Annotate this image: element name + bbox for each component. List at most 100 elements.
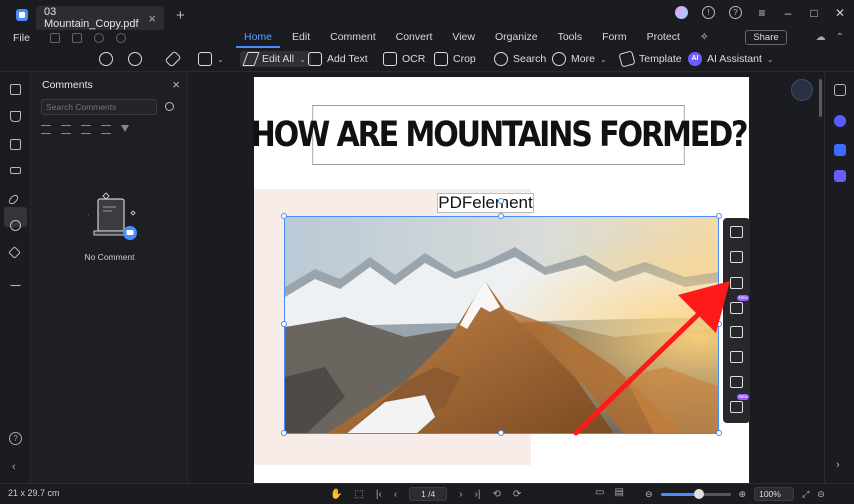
attachment-icon[interactable] (7, 193, 20, 206)
first-page-icon[interactable]: |‹ (376, 489, 382, 500)
layers-icon[interactable] (8, 246, 21, 259)
tab-protect[interactable]: Protect (637, 30, 690, 46)
collapse-right-icon[interactable]: › (836, 459, 840, 471)
page-size: 21 x 29.7 cm (8, 488, 60, 498)
rotate-right-icon[interactable]: ⟳ (513, 489, 521, 500)
save-image-icon[interactable] (730, 251, 743, 263)
search-comments-input[interactable]: Search Comments (41, 99, 157, 115)
filter-author-icon[interactable] (61, 125, 71, 134)
redo-icon[interactable] (115, 33, 126, 43)
shape-icon[interactable] (198, 52, 212, 66)
properties-icon[interactable] (834, 84, 846, 96)
ai-chat-icon[interactable] (834, 115, 846, 127)
next-page-icon[interactable]: › (459, 489, 462, 500)
resize-handle-tl[interactable] (281, 213, 287, 219)
edit-all-label: Edit All (262, 53, 295, 65)
page-number-input[interactable]: 1 /4 (409, 487, 448, 501)
rotate-handle[interactable] (498, 198, 504, 204)
search-rail-icon[interactable] (10, 220, 21, 231)
close-window-icon[interactable]: ✕ (834, 7, 846, 19)
crop-button[interactable]: Crop (434, 51, 476, 67)
filter-type-icon[interactable] (81, 125, 91, 134)
ai-check-icon[interactable] (834, 170, 846, 182)
tab-convert[interactable]: Convert (386, 30, 443, 46)
upload-icon[interactable]: ☁ (816, 32, 826, 43)
new-tab-icon[interactable]: + (176, 7, 185, 24)
comment-icon[interactable] (10, 139, 21, 150)
page-layout-icon[interactable]: ▭ (595, 487, 604, 498)
hand-tool-icon[interactable]: ✋ (330, 489, 342, 500)
tab-comment[interactable]: Comment (320, 30, 386, 46)
sort-icon[interactable] (41, 125, 51, 134)
tab-view[interactable]: View (442, 30, 485, 46)
lightbulb-icon[interactable]: ✧ (690, 30, 719, 46)
zoom-options-icon[interactable]: ⊝ (817, 489, 825, 500)
more-button[interactable]: More ⌄ (552, 51, 607, 67)
layers-list-icon[interactable] (10, 167, 21, 174)
page-thumbnail-icon[interactable] (10, 84, 21, 95)
rotate-left-icon[interactable]: ⟲ (492, 489, 500, 500)
tab-edit[interactable]: Edit (282, 30, 320, 46)
search-comments-icon[interactable] (165, 102, 174, 111)
crop-icon (434, 52, 448, 66)
tab-home[interactable]: Home (234, 30, 282, 48)
search-label: Search (513, 53, 547, 65)
expand-up-icon[interactable]: ⌃ (836, 32, 844, 43)
document-tab[interactable]: 03 Mountain_Copy.pdf × (36, 6, 164, 30)
undo-icon[interactable] (93, 33, 104, 43)
translate-icon[interactable] (834, 144, 846, 156)
vertical-scrollbar[interactable] (819, 79, 822, 117)
maximize-icon[interactable]: □ (808, 7, 820, 19)
minimize-icon[interactable]: – (782, 7, 794, 19)
collapse-left-icon[interactable]: ‹ (12, 461, 16, 473)
help-circle-icon[interactable]: ? (9, 432, 22, 445)
avatar[interactable] (675, 6, 688, 19)
view-mode-icon[interactable]: ▤ (614, 487, 623, 498)
resize-handle-bottom[interactable] (498, 430, 504, 436)
tab-organize[interactable]: Organize (485, 30, 548, 46)
help-icon[interactable]: ? (729, 6, 742, 19)
resize-handle-tr[interactable] (716, 213, 722, 219)
zoom-out-icon[interactable] (99, 52, 113, 66)
ocr-button[interactable]: OCR (383, 51, 425, 67)
bookmark-icon[interactable] (10, 111, 21, 122)
ai-assistant-button[interactable]: AI AI Assistant ⌄ (688, 51, 774, 67)
zoom-out-status-icon[interactable]: ⊖ (645, 489, 653, 500)
file-menu[interactable]: File (13, 32, 30, 44)
edit-all-button[interactable]: Edit All ⌄ (240, 51, 311, 67)
document-canvas[interactable]: HOW ARE MOUNTAINS FORMED? PDFelement New… (188, 73, 824, 483)
add-image-icon[interactable] (730, 226, 743, 238)
template-button[interactable]: Template (618, 50, 682, 68)
resize-handle-left[interactable] (281, 321, 287, 327)
fit-page-icon[interactable]: ⤢ (802, 489, 809, 500)
search-button[interactable]: Search (494, 51, 546, 67)
add-text-button[interactable]: Add Text (308, 51, 368, 67)
red-arrow-annotation (573, 281, 730, 436)
zoom-in-icon[interactable] (128, 52, 142, 66)
prev-page-icon[interactable]: ‹ (394, 489, 397, 500)
select-tool-icon[interactable]: ⬚ (354, 489, 363, 500)
zoom-in-status-icon[interactable]: ⊕ (739, 489, 747, 500)
funnel-icon[interactable] (121, 125, 129, 132)
close-tab-icon[interactable]: × (148, 11, 156, 26)
tab-tools[interactable]: Tools (548, 30, 593, 46)
zoom-slider[interactable] (660, 488, 731, 499)
zoom-slider-knob[interactable] (693, 488, 704, 499)
resize-handle-bl[interactable] (281, 430, 287, 436)
zoom-level-select[interactable]: 100% (754, 487, 795, 501)
print-icon[interactable] (71, 33, 82, 43)
highlight-icon[interactable] (164, 50, 182, 68)
word-convert-icon[interactable] (791, 79, 813, 101)
menu-icon[interactable]: ≡ (756, 7, 768, 19)
last-page-icon[interactable]: ›| (475, 489, 481, 500)
pdfelement-text-box[interactable]: PDFelement (437, 193, 534, 213)
resize-handle-top[interactable] (498, 213, 504, 219)
save-icon[interactable] (49, 33, 60, 43)
share-button[interactable]: Share (745, 30, 787, 45)
info-icon[interactable]: ! (702, 6, 715, 19)
close-panel-icon[interactable]: × (172, 77, 180, 92)
page-heading[interactable]: HOW ARE MOUNTAINS FORMED? (251, 105, 749, 165)
signature-icon[interactable] (10, 275, 21, 286)
filter-status-icon[interactable] (101, 125, 111, 134)
tab-form[interactable]: Form (592, 30, 637, 46)
